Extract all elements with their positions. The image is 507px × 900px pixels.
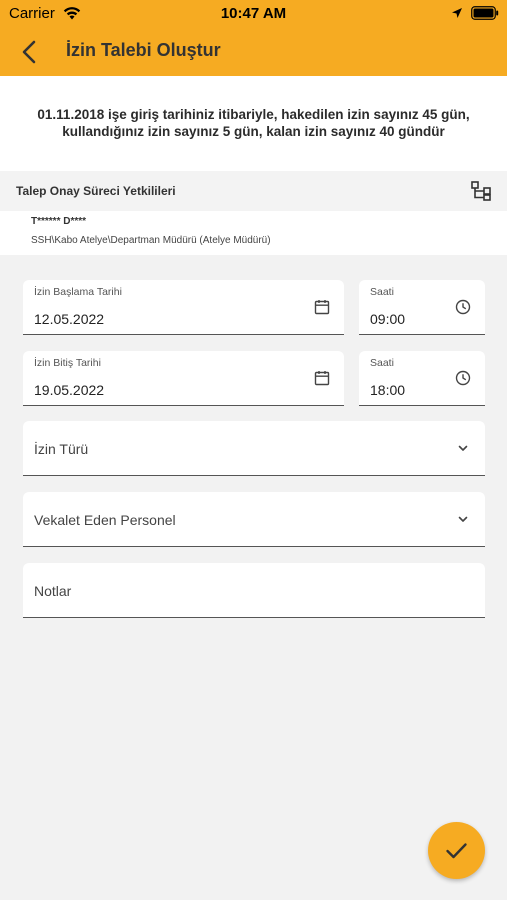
leave-type-placeholder: İzin Türü xyxy=(34,441,89,457)
approver-item: T****** D**** SSH\Kabo Atelye\Departman … xyxy=(0,211,507,255)
start-date-label: İzin Başlama Tarihi xyxy=(34,286,122,298)
approval-header: Talep Onay Süreci Yetkilileri xyxy=(0,171,507,211)
page-title: İzin Talebi Oluştur xyxy=(66,40,221,60)
clock-icon[interactable] xyxy=(454,298,472,316)
end-time-field[interactable]: Saati 18:00 xyxy=(359,351,485,406)
back-arrow-icon[interactable] xyxy=(18,39,44,65)
leave-balance-text: 01.11.2018 işe giriş tarihiniz itibariyl… xyxy=(37,107,470,139)
leave-balance-info: 01.11.2018 işe giriş tarihiniz itibariyl… xyxy=(0,76,507,171)
end-date-label: İzin Bitiş Tarihi xyxy=(34,357,101,369)
chevron-down-icon[interactable] xyxy=(454,510,472,528)
location-icon xyxy=(452,8,462,18)
submit-button[interactable] xyxy=(428,822,485,879)
leave-type-dropdown[interactable]: İzin Türü xyxy=(23,421,485,476)
approver-role: SSH\Kabo Atelye\Departman Müdürü (Atelye… xyxy=(31,235,271,246)
start-time-field[interactable]: Saati 09:00 xyxy=(359,280,485,335)
start-date-value: 12.05.2022 xyxy=(34,311,105,327)
end-date-field[interactable]: İzin Bitiş Tarihi 19.05.2022 xyxy=(23,351,344,406)
proxy-personnel-dropdown[interactable]: Vekalet Eden Personel xyxy=(23,492,485,547)
battery-icon xyxy=(471,6,499,20)
end-date-value: 19.05.2022 xyxy=(34,382,105,398)
notes-placeholder: Notlar xyxy=(34,583,72,599)
start-time-label: Saati xyxy=(370,286,394,298)
check-icon xyxy=(446,843,467,859)
proxy-personnel-placeholder: Vekalet Eden Personel xyxy=(34,512,176,528)
clock-icon[interactable] xyxy=(454,369,472,387)
calendar-icon[interactable] xyxy=(313,298,331,316)
start-time-value: 09:00 xyxy=(370,311,406,327)
approver-name: T****** D**** xyxy=(31,216,87,227)
start-date-field[interactable]: İzin Başlama Tarihi 12.05.2022 xyxy=(23,280,344,335)
calendar-icon[interactable] xyxy=(313,369,331,387)
approval-title: Talep Onay Süreci Yetkilileri xyxy=(16,184,176,198)
app-bar: İzin Talebi Oluştur xyxy=(0,27,507,76)
status-bar: Carrier 10:47 AM xyxy=(0,0,507,27)
end-time-label: Saati xyxy=(370,357,394,369)
chevron-down-icon[interactable] xyxy=(454,439,472,457)
notes-field[interactable]: Notlar xyxy=(23,563,485,618)
clock-time: 10:47 AM xyxy=(220,5,287,22)
hierarchy-icon[interactable] xyxy=(470,180,492,202)
end-time-value: 18:00 xyxy=(370,382,406,398)
